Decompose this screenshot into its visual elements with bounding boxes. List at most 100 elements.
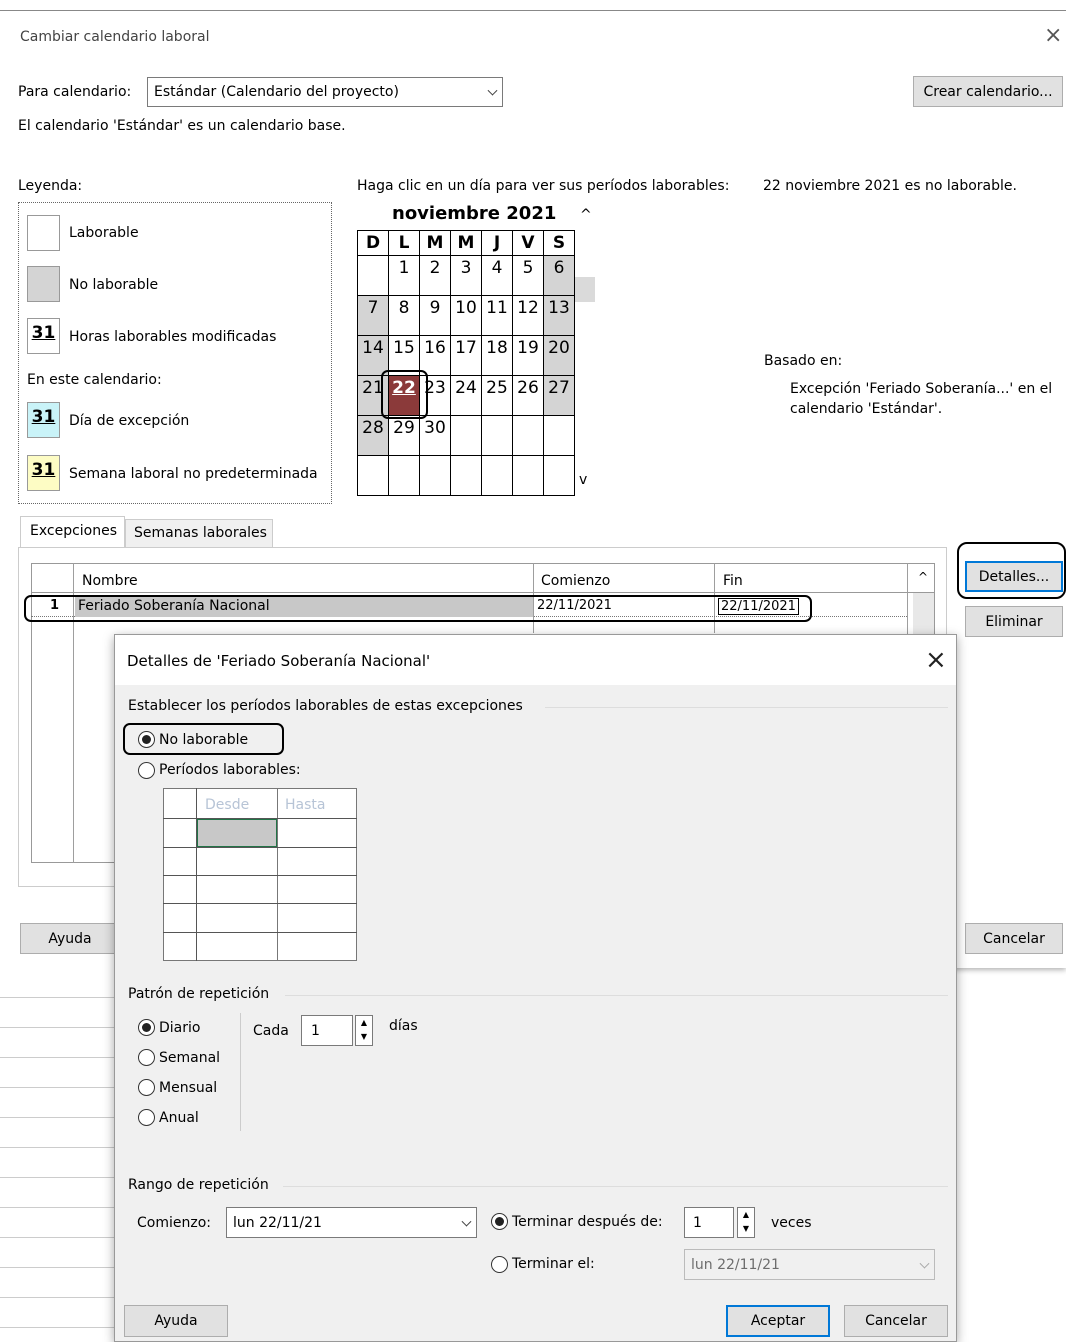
calendar-week-row: 123456 xyxy=(357,255,575,296)
cada-input[interactable]: 1 xyxy=(301,1015,353,1046)
radio-daily[interactable] xyxy=(138,1019,155,1036)
periods-row-line xyxy=(163,875,357,876)
weekday-header: J xyxy=(481,230,513,256)
calendar-day[interactable]: 16 xyxy=(419,335,451,376)
calendar-day xyxy=(357,255,389,296)
calendar-day[interactable]: 6 xyxy=(543,255,575,296)
calendar-day xyxy=(388,455,420,496)
legend-exception-swatch: 31 xyxy=(27,402,60,438)
accept-button[interactable]: Aceptar xyxy=(726,1305,830,1337)
comienzo-select[interactable]: lun 22/11/21 xyxy=(226,1207,477,1238)
create-calendar-button[interactable]: Crear calendario... xyxy=(913,76,1063,107)
weekday-header: L xyxy=(388,230,420,256)
details-button-highlight xyxy=(957,542,1066,599)
chevron-down-icon xyxy=(919,1258,930,1269)
section-range-divider xyxy=(283,1186,948,1187)
calendar-day[interactable]: 1 xyxy=(388,255,420,296)
calendar-day[interactable]: 14 xyxy=(357,335,389,376)
calendar-day[interactable]: 19 xyxy=(512,335,544,376)
calendar-day[interactable]: 18 xyxy=(481,335,513,376)
calendar-day[interactable]: 27 xyxy=(543,375,575,416)
calendar-day[interactable]: 2 xyxy=(419,255,451,296)
radio-monthly[interactable] xyxy=(138,1079,155,1096)
tab-semanas-laborales[interactable]: Semanas laborales xyxy=(125,519,273,548)
legend-modified-swatch: 31 xyxy=(27,318,60,354)
delete-button[interactable]: Eliminar xyxy=(965,606,1063,637)
calendar-day[interactable]: 29 xyxy=(388,415,420,456)
legend-nondefault-label: Semana laboral no predeterminada xyxy=(69,466,318,482)
details-cancel-button[interactable]: Cancelar xyxy=(844,1305,948,1337)
calendar-day[interactable]: 5 xyxy=(512,255,544,296)
calendar-day[interactable]: 12 xyxy=(512,295,544,336)
legend-title: Leyenda: xyxy=(18,178,83,194)
calendar-day[interactable]: 13 xyxy=(543,295,575,336)
end-after-input[interactable]: 1 xyxy=(684,1207,734,1238)
dialog-top-border xyxy=(0,10,1066,11)
calendar-day xyxy=(450,415,482,456)
calendar-week-row: 28 29 30 xyxy=(357,415,575,456)
details-help-button[interactable]: Ayuda xyxy=(124,1305,228,1337)
periods-active-cell[interactable] xyxy=(197,819,277,847)
scroll-up-icon[interactable]: ^ xyxy=(580,207,592,223)
radio-yearly-label: Anual xyxy=(159,1110,199,1126)
cada-spinner[interactable]: ▲ ▼ xyxy=(355,1015,373,1046)
tab-excepciones[interactable]: Excepciones xyxy=(20,516,125,548)
close-icon[interactable]: × xyxy=(1044,25,1062,47)
calendar-day xyxy=(512,415,544,456)
calendar-day[interactable]: 28 xyxy=(357,415,389,456)
table-header-name: Nombre xyxy=(82,573,138,589)
selected-day-highlight xyxy=(381,370,428,419)
weekday-header-row: DLMMJVS xyxy=(357,230,575,256)
radio-end-on-label: Terminar el: xyxy=(512,1256,595,1272)
calendar-day[interactable]: 3 xyxy=(450,255,482,296)
calendar-day[interactable]: 7 xyxy=(357,295,389,336)
row-highlight xyxy=(24,595,812,622)
calendar-day[interactable]: 11 xyxy=(481,295,513,336)
end-on-select[interactable]: lun 22/11/21 xyxy=(684,1249,935,1280)
end-after-spinner[interactable]: ▲ ▼ xyxy=(737,1207,755,1238)
calendar-day[interactable]: 10 xyxy=(450,295,482,336)
calendar-select[interactable]: Estándar (Calendario del proyecto) xyxy=(147,77,503,107)
table-scroll-up-icon[interactable]: ^ xyxy=(918,570,928,584)
scroll-thumb[interactable] xyxy=(575,277,595,302)
legend-modified-label: Horas laborables modificadas xyxy=(69,329,277,345)
based-on-label: Basado en: xyxy=(764,353,843,369)
radio-monthly-label: Mensual xyxy=(159,1080,218,1096)
base-calendar-note: El calendario 'Estándar' es un calendari… xyxy=(18,118,346,134)
radio-weekly[interactable] xyxy=(138,1049,155,1066)
scroll-down-icon[interactable]: v xyxy=(579,472,587,488)
calendar-day xyxy=(543,415,575,456)
calendar-day[interactable]: 20 xyxy=(543,335,575,376)
section-periods-divider xyxy=(545,707,948,708)
veces-label: veces xyxy=(771,1215,812,1231)
end-on-value: lun 22/11/21 xyxy=(691,1256,780,1273)
legend-working-swatch xyxy=(27,215,60,251)
month-calendar[interactable]: DLMMJVS 1 2 3 4 5 6 7 8 9 10 11 12 13 14 15 16 17 18 19 20 2… xyxy=(357,230,575,496)
radio-working-periods[interactable] xyxy=(138,762,155,779)
calendar-day[interactable]: 17 xyxy=(450,335,482,376)
calendar-day[interactable]: 4 xyxy=(481,255,513,296)
details-title: Detalles de 'Feriado Soberanía Nacional' xyxy=(127,652,431,670)
periods-row-line xyxy=(163,903,357,904)
cancel-button[interactable]: Cancelar xyxy=(965,923,1063,954)
close-icon[interactable]: × xyxy=(925,645,947,675)
calendar-day xyxy=(419,455,451,496)
chevron-down-icon xyxy=(461,1216,472,1227)
calendar-day[interactable]: 26 xyxy=(512,375,544,416)
calendar-day[interactable]: 30 xyxy=(419,415,451,456)
radio-yearly[interactable] xyxy=(138,1109,155,1126)
calendar-week-row xyxy=(357,455,575,496)
calendar-day[interactable]: 8 xyxy=(388,295,420,336)
background-grid xyxy=(0,968,120,1342)
radio-end-after[interactable] xyxy=(491,1213,508,1230)
calendar-day xyxy=(357,455,389,496)
periods-row-line xyxy=(163,932,357,933)
dias-label: días xyxy=(389,1018,418,1034)
calendar-day[interactable]: 25 xyxy=(481,375,513,416)
radio-end-on[interactable] xyxy=(491,1256,508,1273)
section-pattern-divider xyxy=(285,995,948,996)
calendar-day[interactable]: 9 xyxy=(419,295,451,336)
legend-nonworking-swatch xyxy=(27,266,60,302)
calendar-day[interactable]: 24 xyxy=(450,375,482,416)
help-button[interactable]: Ayuda xyxy=(20,923,120,954)
